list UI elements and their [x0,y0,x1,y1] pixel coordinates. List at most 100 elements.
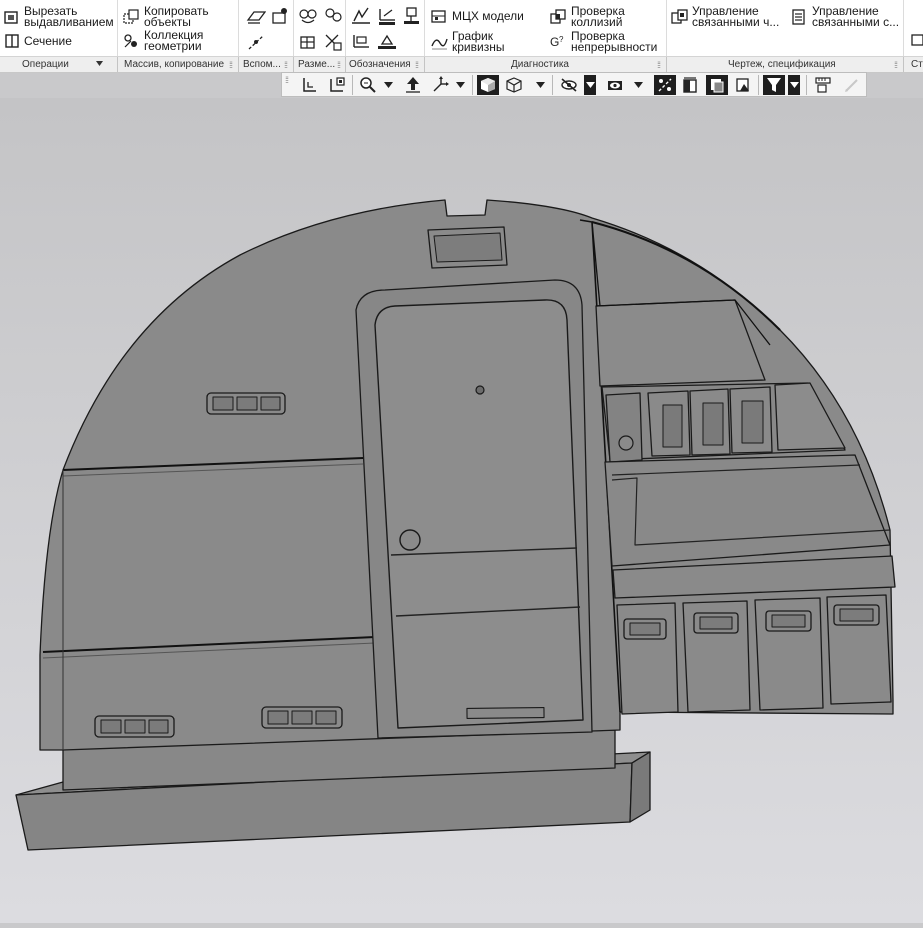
hide-button[interactable] [558,75,580,95]
render-button[interactable] [732,75,754,95]
compartment-button [618,435,634,451]
grip-icon: ⁞⁞ [657,60,661,70]
radial-dimension-icon[interactable] [323,32,343,52]
orient-icon [303,78,316,92]
top-handle-inner [433,232,503,263]
separator [903,57,904,72]
filter-button[interactable] [763,75,785,95]
compartment-2-slot [702,402,724,446]
pan-button[interactable] [429,75,451,95]
grip-icon: ⁞⁞ [894,60,898,70]
chevron-down-icon [535,82,545,88]
shaded-icon [481,78,495,92]
separator [758,75,759,95]
separator [666,0,667,56]
door-lock [475,385,485,395]
zoom-menu-arrow[interactable] [382,75,394,95]
datum-icon[interactable] [402,6,422,26]
geometry-collection-button[interactable]: Коллекция геометрии [122,29,203,52]
mass-center-icon [431,10,446,23]
group-label-designations[interactable]: Обозначения [349,58,411,71]
vent-lower-left [94,715,175,738]
perspective-button[interactable] [706,75,728,95]
separator [117,57,118,72]
vent-upper-left [206,392,286,415]
zoom-button[interactable] [357,75,379,95]
hide-menu-arrow[interactable] [584,75,596,95]
wireframe-view-button[interactable] [503,75,525,95]
filter-menu-arrow[interactable] [788,75,800,95]
pan-menu-arrow[interactable] [454,75,466,95]
display-menu-arrow[interactable] [534,75,546,95]
svg-text:?: ? [559,35,564,44]
grip-icon: ⁞⁞ [284,60,288,70]
copy-objects-button[interactable]: Копировать объекты [122,5,209,28]
hide-icon [561,78,577,92]
weld-icon[interactable] [376,32,398,52]
base-icon[interactable] [350,32,372,52]
dimension-icon[interactable] [298,6,318,26]
manage-linked-drawings-label: Управление связанными ч... [692,4,780,29]
visibility-menu-arrow[interactable] [632,75,644,95]
compartment-3-slot [741,400,764,444]
model-viewport[interactable] [0,98,923,923]
separator [238,57,239,72]
curvature-graph-button[interactable]: График кривизны [430,30,504,53]
separator [666,57,667,72]
group-label-operations[interactable]: Операции [22,58,69,71]
separator [552,75,553,95]
view-orientation-button[interactable] [326,75,348,95]
separator [238,0,239,56]
manage-linked-drawings-button[interactable]: Управление связанными ч... [670,4,780,29]
plane-icon[interactable] [246,8,266,24]
group-label-dimensions[interactable]: Разме... [298,58,335,71]
measure-button[interactable] [812,75,834,95]
mcx-model-label: МЦХ модели [452,8,524,23]
group-label-aux[interactable]: Вспом... [243,58,281,71]
section-view-button[interactable] [679,75,701,95]
drawer-1-handle-inner [629,622,661,636]
rotate-button[interactable] [402,75,424,95]
visibility-button[interactable] [604,75,626,95]
linear-dimension-icon[interactable] [298,32,318,52]
manage-linked-specs-button[interactable]: Управление связанными с... [790,5,899,28]
collision-check-button[interactable]: Проверка коллизий [549,4,625,29]
point-cs-icon[interactable] [270,6,290,26]
model-canvas[interactable] [0,98,923,923]
constraints-button[interactable] [654,75,676,95]
chevron-down-icon[interactable] [95,60,104,68]
group-label-last[interactable]: Ст [911,58,923,71]
collision-check-label: Проверка коллизий [571,4,625,29]
axis-icon[interactable] [246,34,266,50]
pen-button-disabled [840,75,862,95]
ribbon: Вырезать выдавливанием Сечение Копироват… [0,0,923,73]
partial-tool-icon[interactable] [908,32,923,48]
compartment-left [605,392,643,463]
grip-icon: ⁞⁞ [229,60,233,70]
shaded-view-button[interactable] [477,75,499,95]
measure-icon [815,77,831,93]
linked-drawing-icon [671,9,688,24]
chevron-down-icon [789,82,799,88]
separator [345,57,346,72]
curvature-graph-icon [431,38,448,50]
leader-icon[interactable] [376,6,398,26]
angle-dimension-icon[interactable] [323,6,343,26]
roughness-icon[interactable] [350,6,372,26]
cut-extrude-button[interactable]: Вырезать выдавливанием [4,5,114,28]
door-knob [399,529,421,551]
continuity-check-label: Проверка непрерывности [571,29,658,54]
continuity-check-button[interactable]: G ? Проверка непрерывности [549,29,658,54]
mcx-model-button[interactable]: МЦХ модели [430,8,524,24]
group-label-array[interactable]: Массив, копирование [124,58,224,71]
group-label-drawing[interactable]: Чертеж, спецификация [728,58,836,71]
svg-text:G: G [550,35,559,49]
section-button[interactable]: Сечение [4,33,72,49]
toolbar-grip-icon[interactable]: ⁞⁞ [285,75,289,85]
drawer-3-handle-inner [771,614,806,628]
orient-button[interactable] [298,75,320,95]
group-label-diagnostics[interactable]: Диагностика [511,58,569,71]
separator [903,0,904,56]
separator [293,57,294,72]
view-orient-icon [330,77,345,92]
